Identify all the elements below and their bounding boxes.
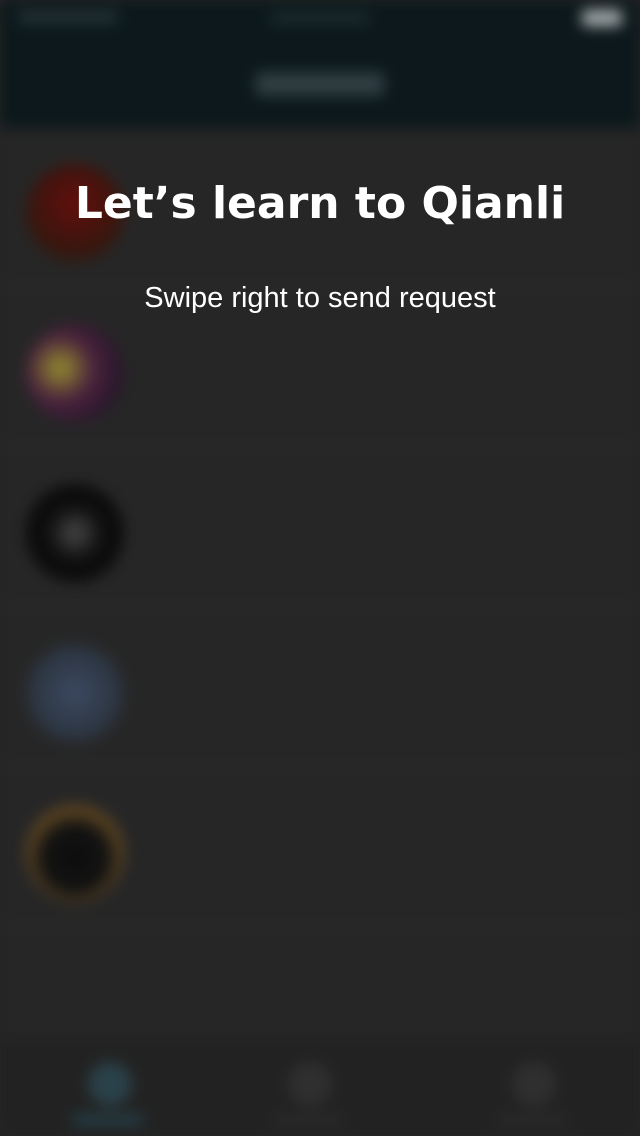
- tutorial-overlay[interactable]: [0, 0, 640, 1136]
- tutorial-subtitle: Swipe right to send request: [144, 282, 496, 314]
- tutorial-title: Let’s learn to Qianli: [74, 178, 566, 229]
